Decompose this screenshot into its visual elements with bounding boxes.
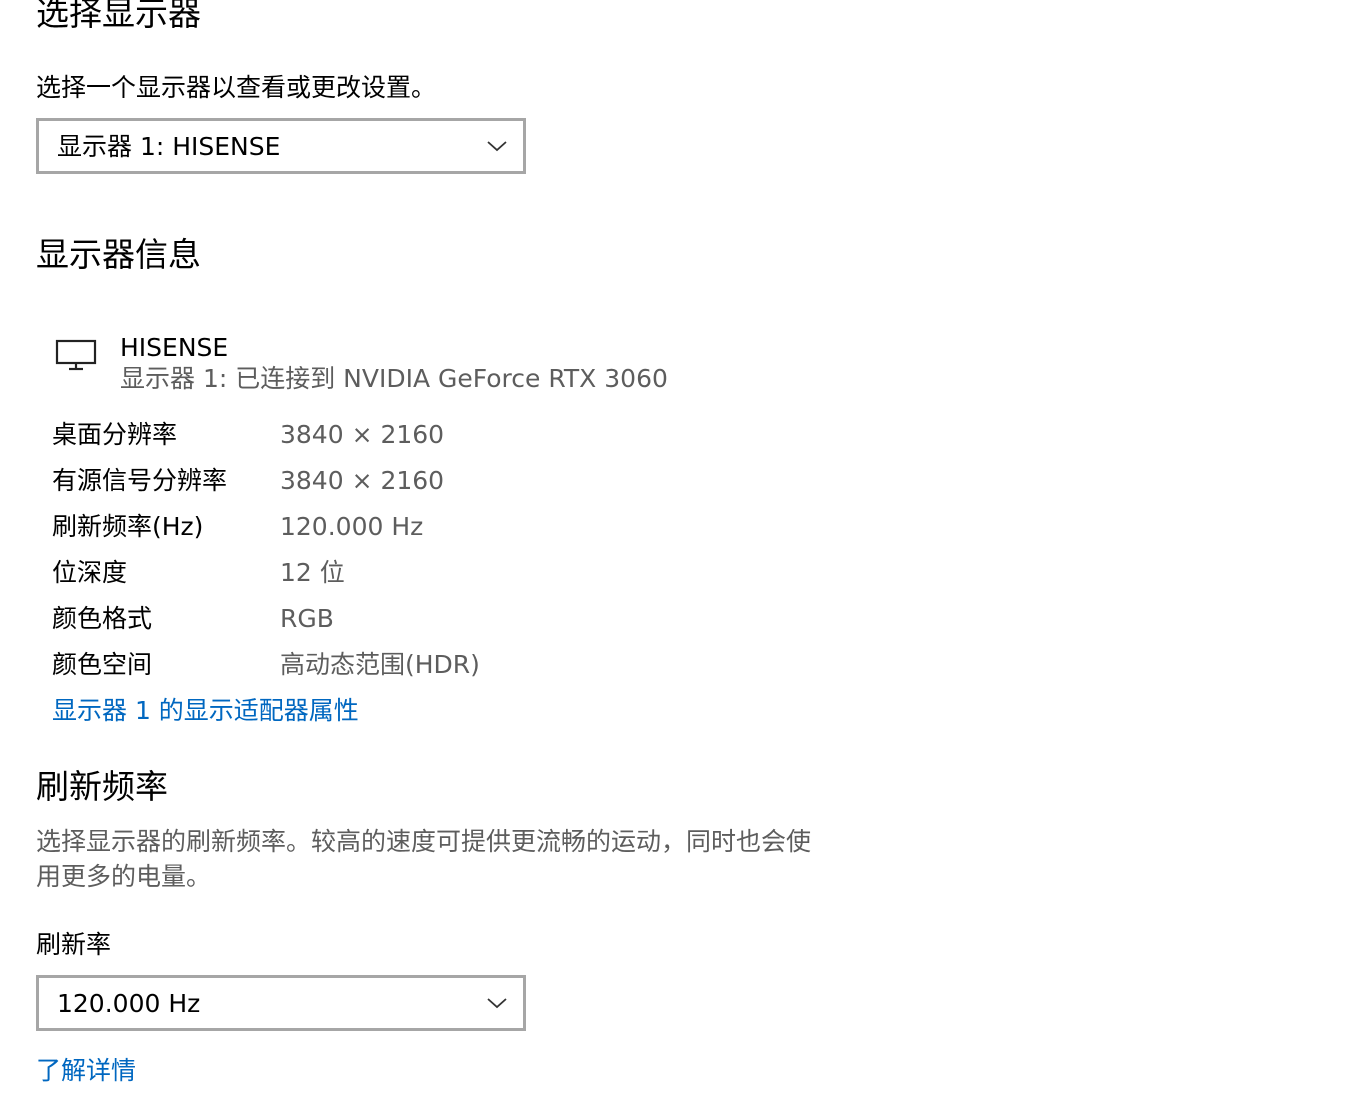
info-value: 3840 × 2160	[280, 420, 445, 449]
info-label: 颜色格式	[52, 604, 153, 633]
info-value: RGB	[280, 604, 334, 633]
display-select-value: 显示器 1: HISENSE	[57, 132, 281, 161]
refresh-rate-description: 选择显示器的刷新频率。较高的速度可提供更流畅的运动，同时也会使用更多的电量。	[36, 827, 812, 891]
chevron-down-icon	[487, 998, 507, 1009]
info-label: 位深度	[52, 558, 128, 587]
refresh-rate-dropdown[interactable]: 120.000 Hz	[36, 975, 526, 1031]
refresh-rate-heading: 刷新频率	[36, 767, 168, 806]
display-info-heading: 显示器信息	[36, 235, 201, 274]
info-label: 刷新频率(Hz)	[52, 512, 204, 541]
monitor-name: HISENSE	[120, 333, 229, 362]
chevron-down-icon	[487, 141, 507, 152]
adapter-properties-link[interactable]: 显示器 1 的显示适配器属性	[52, 695, 359, 727]
info-value: 120.000 Hz	[280, 512, 424, 541]
display-settings-page: 选择显示器 选择一个显示器以查看或更改设置。 显示器 1: HISENSE 显示…	[0, 0, 1358, 1099]
info-label: 颜色空间	[52, 650, 153, 679]
learn-more-link[interactable]: 了解详情	[36, 1055, 136, 1087]
monitor-icon	[55, 339, 97, 371]
info-label: 桌面分辨率	[52, 420, 178, 449]
info-value: 3840 × 2160	[280, 466, 445, 495]
info-value: 高动态范围(HDR)	[280, 650, 480, 679]
monitor-connection: 显示器 1: 已连接到 NVIDIA GeForce RTX 3060	[120, 364, 668, 393]
refresh-rate-field-label: 刷新率	[36, 930, 112, 959]
display-select-dropdown[interactable]: 显示器 1: HISENSE	[36, 118, 526, 174]
info-label: 有源信号分辨率	[52, 466, 228, 495]
refresh-rate-value: 120.000 Hz	[57, 989, 201, 1018]
select-display-prompt: 选择一个显示器以查看或更改设置。	[36, 73, 437, 102]
info-value: 12 位	[280, 558, 345, 587]
select-display-heading: 选择显示器	[36, 0, 201, 33]
